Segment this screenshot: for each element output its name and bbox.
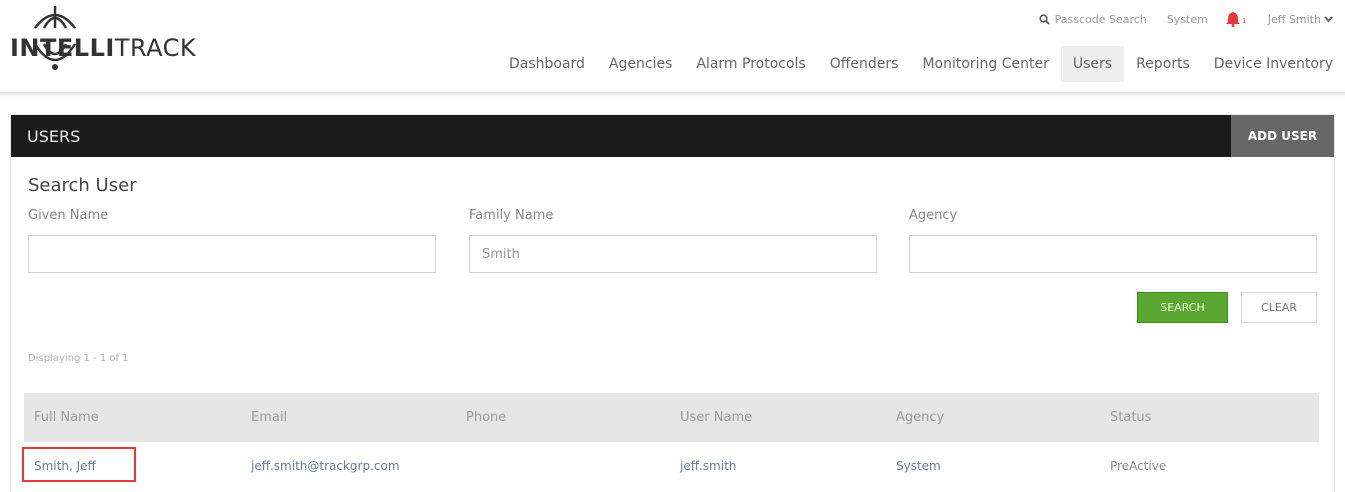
header-divider <box>0 92 1345 97</box>
col-user-name[interactable]: User Name <box>680 393 752 442</box>
table-header: Full Name Email Phone User Name Agency S… <box>24 393 1319 442</box>
intellitrack-logo[interactable]: INTELLITRACK <box>8 4 197 70</box>
cell-agency[interactable]: System <box>896 442 941 490</box>
cell-user-name[interactable]: jeff.smith <box>680 442 736 490</box>
notifications-button[interactable]: 1 <box>1225 11 1246 27</box>
user-name: Jeff Smith <box>1267 12 1321 26</box>
agency-label: Agency <box>909 208 958 223</box>
nav-monitoring-center[interactable]: Monitoring Center <box>910 46 1060 82</box>
agency-input[interactable] <box>909 235 1317 273</box>
col-phone[interactable]: Phone <box>466 393 506 442</box>
nav-users[interactable]: Users <box>1060 46 1125 82</box>
given-name-input[interactable] <box>28 235 436 273</box>
chevron-down-icon <box>1324 15 1333 23</box>
cell-email[interactable]: jeff.smith@trackgrp.com <box>251 442 400 490</box>
given-name-label: Given Name <box>28 208 109 223</box>
col-email[interactable]: Email <box>251 393 287 442</box>
passcode-search-label: Passcode Search <box>1054 12 1147 26</box>
nav-reports[interactable]: Reports <box>1124 46 1202 82</box>
users-table: Full Name Email Phone User Name Agency S… <box>22 393 1319 490</box>
results-summary: Displaying 1 - 1 of 1 <box>28 353 129 364</box>
cell-status: PreActive <box>1110 459 1167 473</box>
logo-text: INTELLITRACK <box>10 34 197 62</box>
nav-agencies[interactable]: Agencies <box>597 46 684 82</box>
panel-title: USERS <box>27 127 81 146</box>
family-name-label: Family Name <box>469 208 554 223</box>
table-row: Smith, Jeff jeff.smith@trackgrp.com jeff… <box>22 442 1319 490</box>
col-status[interactable]: Status <box>1110 393 1151 442</box>
nav-offenders[interactable]: Offenders <box>818 46 911 82</box>
col-full-name[interactable]: Full Name <box>34 393 99 442</box>
nav-alarm-protocols[interactable]: Alarm Protocols <box>684 46 817 82</box>
family-name-input[interactable] <box>469 235 877 273</box>
search-user-title: Search User <box>28 175 137 196</box>
cell-full-name[interactable]: Smith, Jeff <box>34 442 96 490</box>
nav-dashboard[interactable]: Dashboard <box>497 46 597 82</box>
search-icon <box>1039 13 1050 25</box>
main-nav: Dashboard Agencies Alarm Protocols Offen… <box>497 46 1345 82</box>
panel-header: USERS ADD USER <box>11 115 1334 157</box>
bell-icon <box>1225 12 1240 27</box>
app-header: INTELLITRACK Passcode Search System 1 Je… <box>0 0 1345 95</box>
user-menu[interactable]: Jeff Smith <box>1268 13 1333 26</box>
add-user-button[interactable]: ADD USER <box>1231 115 1334 157</box>
system-link[interactable]: System <box>1167 13 1208 26</box>
nav-device-inventory[interactable]: Device Inventory <box>1202 46 1345 82</box>
utility-bar: Passcode Search System 1 Jeff Smith <box>1039 10 1333 28</box>
users-panel: USERS ADD USER Search User Given Name Fa… <box>10 114 1335 492</box>
search-button[interactable]: SEARCH <box>1137 292 1228 323</box>
col-agency[interactable]: Agency <box>896 393 944 442</box>
notification-count: 1 <box>1241 17 1247 25</box>
passcode-search-link[interactable]: Passcode Search <box>1039 13 1147 26</box>
clear-button[interactable]: CLEAR <box>1241 292 1317 323</box>
